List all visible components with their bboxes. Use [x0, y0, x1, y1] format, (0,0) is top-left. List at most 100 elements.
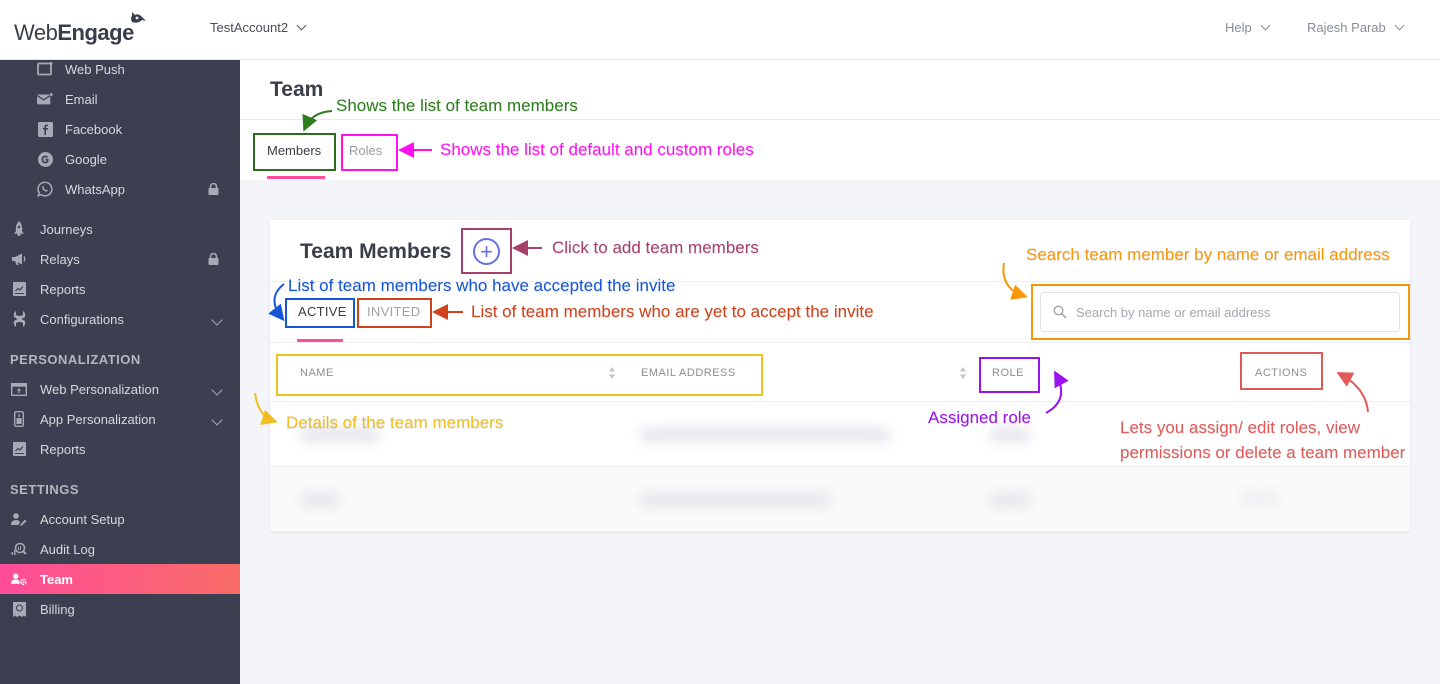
lock-icon	[208, 253, 219, 265]
audit-log-icon	[11, 541, 27, 557]
annotation-box-actions	[1240, 352, 1323, 390]
annotation-box-role	[979, 357, 1040, 393]
sidebar-item-web-personalization[interactable]: Web Personalization	[0, 374, 240, 404]
sidebar-item-label: Reports	[40, 441, 86, 457]
annotation-active-tab: List of team members who have accepted t…	[288, 276, 676, 295]
blurred-actions	[1240, 491, 1280, 505]
annotation-add-member: Click to add team members	[552, 238, 759, 257]
annotation-actions-line1: Lets you assign/ edit roles, view	[1120, 418, 1361, 437]
blurred-role	[990, 428, 1030, 442]
annotation-actions-line2: permissions or delete a team member	[1120, 443, 1406, 462]
bird-logo-icon	[131, 12, 146, 23]
sidebar-item-label: Reports	[40, 281, 86, 297]
annotation-box-invited	[357, 298, 432, 328]
sidebar-item-label: Web Personalization	[40, 381, 159, 397]
top-header: WebEngage TestAccount2 Help Rajesh Parab	[0, 0, 1440, 60]
annotation-box-add	[461, 228, 512, 274]
page-header: Team Members Roles	[240, 60, 1440, 180]
sidebar-item-label: Configurations	[40, 311, 124, 327]
webengage-logo[interactable]: WebEngage	[14, 12, 146, 46]
divider	[240, 119, 1440, 120]
sidebar-item-reports[interactable]: Reports	[0, 274, 240, 304]
web-personalization-icon	[11, 381, 27, 397]
facebook-icon	[37, 121, 53, 137]
divider	[270, 342, 1410, 343]
section-title-settings: SETTINGS	[10, 482, 80, 497]
sidebar-item-label: Facebook	[65, 121, 123, 137]
megaphone-icon	[11, 251, 27, 267]
chevron-down-icon[interactable]	[209, 382, 223, 397]
chevron-down-icon	[296, 20, 307, 31]
lock-icon	[208, 183, 219, 195]
annotation-details: Details of the team members	[286, 413, 504, 432]
blurred-role	[990, 493, 1030, 507]
annotation-box-search	[1031, 284, 1410, 340]
email-icon	[37, 91, 53, 107]
logo-text-bold: Engage	[57, 20, 134, 45]
user-name: Rajesh Parab	[1307, 20, 1386, 35]
sidebar-item-account-setup[interactable]: Account Setup	[0, 504, 240, 534]
billing-icon	[11, 601, 27, 617]
sidebar-item-audit-log[interactable]: Audit Log	[0, 534, 240, 564]
blurred-name	[300, 493, 340, 507]
sidebar-item-label: Team	[40, 571, 73, 587]
sidebar-item-label: Billing	[40, 601, 75, 617]
card-title: Team Members	[300, 240, 452, 263]
annotation-members-tab: Shows the list of team members	[336, 96, 578, 115]
annotation-box-roles	[341, 134, 398, 171]
sidebar-item-personalization-reports[interactable]: Reports	[0, 434, 240, 464]
sidebar-item-facebook[interactable]: Facebook	[0, 114, 240, 144]
sidebar-item-whatsapp[interactable]: WhatsApp	[0, 174, 240, 204]
sidebar-item-label: Web Push	[65, 61, 125, 77]
annotation-box-columns	[276, 354, 763, 396]
annotation-roles-tab: Shows the list of default and custom rol…	[440, 140, 754, 159]
sidebar-item-label: Audit Log	[40, 541, 95, 557]
blurred-email	[640, 428, 890, 442]
sidebar-item-label: Google	[65, 151, 107, 167]
sidebar-item-web-push[interactable]: Web Push	[0, 54, 240, 84]
sidebar-item-journeys[interactable]: Journeys	[0, 214, 240, 244]
chevron-down-icon[interactable]	[209, 412, 223, 427]
account-setup-icon	[11, 511, 27, 527]
rocket-icon	[11, 221, 27, 237]
page-title: Team	[270, 78, 324, 101]
annotation-box-active	[285, 298, 355, 328]
chevron-down-icon	[1260, 20, 1271, 31]
table-row[interactable]	[270, 466, 1410, 530]
account-switcher[interactable]: TestAccount2	[210, 20, 307, 35]
sidebar-item-label: Email	[65, 91, 98, 107]
account-name: TestAccount2	[210, 20, 289, 35]
annotation-invited-tab: List of team members who are yet to acce…	[471, 302, 874, 321]
reports-icon	[11, 441, 27, 457]
sidebar-item-relays[interactable]: Relays	[0, 244, 240, 274]
sidebar-item-app-personalization[interactable]: App Personalization	[0, 404, 240, 434]
annotation-role: Assigned role	[928, 408, 1032, 427]
help-label: Help	[1225, 20, 1252, 35]
chevron-down-icon[interactable]	[209, 312, 223, 327]
reports-icon	[11, 281, 27, 297]
configurations-icon	[11, 311, 27, 327]
sidebar-item-billing[interactable]: Billing	[0, 594, 240, 624]
logo-text-light: Web	[14, 20, 58, 45]
sidebar-item-email[interactable]: Email	[0, 84, 240, 114]
active-tab-indicator	[267, 176, 325, 179]
annotation-box-members	[253, 133, 336, 171]
web-push-icon	[37, 61, 53, 77]
sidebar-item-label: WhatsApp	[65, 181, 125, 197]
sidebar-item-label: App Personalization	[40, 411, 156, 427]
section-title-personalization: PERSONALIZATION	[10, 352, 141, 367]
sidebar-item-label: Relays	[40, 251, 80, 267]
annotation-search: Search team member by name or email addr…	[1026, 245, 1390, 264]
sidebar-item-label: Journeys	[40, 221, 93, 237]
sidebar: Web Push Email Facebook Google WhatsApp …	[0, 60, 240, 684]
help-menu[interactable]: Help	[1225, 20, 1271, 35]
sidebar-item-team[interactable]: Team	[0, 564, 240, 594]
whatsapp-icon	[37, 181, 53, 197]
sidebar-item-google[interactable]: Google	[0, 144, 240, 174]
sidebar-item-label: Account Setup	[40, 511, 125, 527]
sort-icon[interactable]	[959, 366, 967, 380]
sidebar-item-configurations[interactable]: Configurations	[0, 304, 240, 334]
user-menu[interactable]: Rajesh Parab	[1307, 20, 1405, 35]
blurred-email	[640, 493, 830, 507]
app-personalization-icon	[11, 411, 27, 427]
